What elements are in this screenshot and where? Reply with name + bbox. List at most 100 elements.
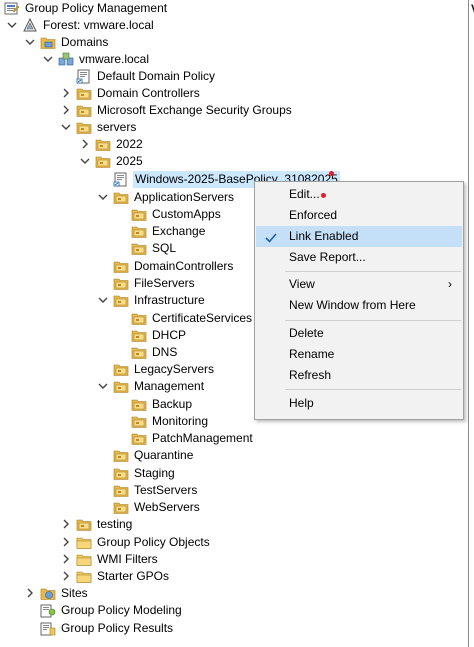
chevron-down-icon[interactable] [98, 192, 108, 202]
tree-node-web-servers[interactable]: WebServers [0, 499, 460, 516]
right-pane-edge: V [468, 0, 474, 647]
tree-node-test-servers[interactable]: TestServers [0, 482, 460, 499]
menu-separator [285, 320, 461, 321]
tree-node-wmi-filters[interactable]: WMI Filters [0, 551, 460, 568]
ou-folder-icon [113, 190, 129, 205]
menu-item-help[interactable]: Help [256, 393, 462, 414]
chevron-down-icon[interactable] [61, 122, 71, 132]
tree-node-label: SQL [152, 241, 177, 255]
menu-item-refresh[interactable]: Refresh [256, 365, 462, 386]
chevron-right-icon[interactable] [80, 139, 90, 149]
tree-node-label: LegacyServers [134, 362, 215, 376]
tree-node-label: Microsoft Exchange Security Groups [97, 103, 292, 117]
ou-folder-icon [131, 207, 147, 222]
ou-folder-icon [113, 466, 129, 481]
tree-node-gp-modeling[interactable]: Group Policy Modeling [0, 602, 460, 619]
tree-node-label: Group Policy Modeling [61, 603, 182, 617]
tree-node-forest[interactable]: Forest: vmware.local [0, 17, 460, 34]
tree-node-staging[interactable]: Staging [0, 465, 460, 482]
tree-node-gpm-root[interactable]: Group Policy Management [0, 0, 460, 17]
menu-item-link-enabled[interactable]: Link Enabled [256, 226, 462, 247]
submenu-arrow-icon: › [448, 277, 452, 291]
menu-item-enforced[interactable]: Enforced [256, 205, 462, 226]
chevron-down-icon[interactable] [25, 37, 35, 47]
tree-node-label: 2025 [116, 154, 143, 168]
menu-item-label: Delete [289, 326, 324, 340]
results-icon [40, 621, 56, 636]
tree-node-label: DHCP [152, 328, 187, 342]
tree-node-servers[interactable]: servers [0, 119, 460, 136]
modeling-icon [40, 603, 56, 618]
chevron-right-icon[interactable] [61, 88, 71, 98]
ou-folder-icon [76, 86, 92, 101]
menu-item-label: Refresh [289, 368, 332, 382]
chevron-right-icon[interactable] [25, 588, 35, 598]
tree-node-2022[interactable]: 2022 [0, 136, 460, 153]
tree-node-label: testing [97, 517, 133, 531]
chevron-down-icon[interactable] [43, 54, 53, 64]
menu-separator [285, 389, 461, 390]
chevron-down-icon[interactable] [80, 156, 90, 166]
tree-node-label: Management [134, 379, 205, 393]
tree-node-testing[interactable]: testing [0, 516, 460, 533]
gpo-link-icon [76, 69, 92, 84]
ou-folder-icon [131, 345, 147, 360]
menu-item-edit[interactable]: Edit... [256, 184, 462, 205]
ou-folder-icon [113, 276, 129, 291]
menu-item-delete[interactable]: Delete [256, 323, 462, 344]
tree-node-label: vmware.local [79, 52, 150, 66]
tree-node-label: 2022 [116, 137, 143, 151]
ou-folder-icon [131, 328, 147, 343]
tree-node-domain-controllers[interactable]: Domain Controllers [0, 85, 460, 102]
menu-item-save-report[interactable]: Save Report... [256, 247, 462, 268]
forest-icon [22, 18, 38, 33]
tree-node-starter-gpos[interactable]: Starter GPOs [0, 568, 460, 585]
ou-folder-icon [95, 137, 111, 152]
ou-folder-icon [131, 414, 147, 429]
red-marker-dot [321, 193, 326, 198]
menu-item-new-window[interactable]: New Window from Here [256, 295, 462, 316]
ou-folder-icon [76, 103, 92, 118]
chevron-right-icon[interactable] [61, 554, 71, 564]
tree-node-label: Group Policy Management [25, 1, 168, 15]
menu-item-rename[interactable]: Rename [256, 344, 462, 365]
tree-node-label: ApplicationServers [134, 190, 235, 204]
tree-node-domains[interactable]: Domains [0, 34, 460, 51]
chevron-down-icon[interactable] [7, 20, 17, 30]
tree-node-label: PatchManagement [152, 431, 253, 445]
ou-folder-icon [113, 500, 129, 515]
chevron-down-icon[interactable] [98, 381, 108, 391]
gpo-link-icon [113, 172, 129, 187]
tree-node-default-domain-policy[interactable]: Default Domain Policy [0, 68, 460, 85]
tree-node-gp-results[interactable]: Group Policy Results [0, 620, 460, 637]
tree-node-label: Infrastructure [134, 293, 205, 307]
menu-item-label: Edit... [289, 187, 320, 201]
tree-node-2025[interactable]: 2025 [0, 153, 460, 170]
tree-node-group-policy-objects[interactable]: Group Policy Objects [0, 534, 460, 551]
tree-node-label: DomainControllers [134, 259, 234, 273]
chevron-right-icon[interactable] [61, 571, 71, 581]
menu-item-label: Enforced [289, 208, 338, 222]
ou-folder-icon [113, 259, 129, 274]
chevron-right-icon[interactable] [61, 105, 71, 115]
ou-folder-icon [131, 311, 147, 326]
tree-node-label: FileServers [134, 276, 195, 290]
tree-node-label: Group Policy Objects [97, 535, 210, 549]
chevron-down-icon[interactable] [98, 295, 108, 305]
tree-node-sites[interactable]: Sites [0, 585, 460, 602]
tree-node-quarantine[interactable]: Quarantine [0, 447, 460, 464]
tree-node-domain-vmware-local[interactable]: vmware.local [0, 51, 460, 68]
menu-item-view[interactable]: View › [256, 274, 462, 295]
chevron-right-icon[interactable] [61, 537, 71, 547]
tree-node-patch-management[interactable]: PatchManagement [0, 430, 460, 447]
ou-folder-icon [131, 241, 147, 256]
tree-node-label: Staging [134, 466, 175, 480]
tree-node-exchange-security-groups[interactable]: Microsoft Exchange Security Groups [0, 102, 460, 119]
gpm-console-icon [4, 1, 20, 16]
menu-item-label: View [289, 277, 315, 291]
ou-folder-icon [131, 224, 147, 239]
tree-node-label: Forest: vmware.local [43, 18, 154, 32]
ou-folder-icon [95, 154, 111, 169]
tree-node-label: Starter GPOs [97, 569, 170, 583]
chevron-right-icon[interactable] [61, 519, 71, 529]
